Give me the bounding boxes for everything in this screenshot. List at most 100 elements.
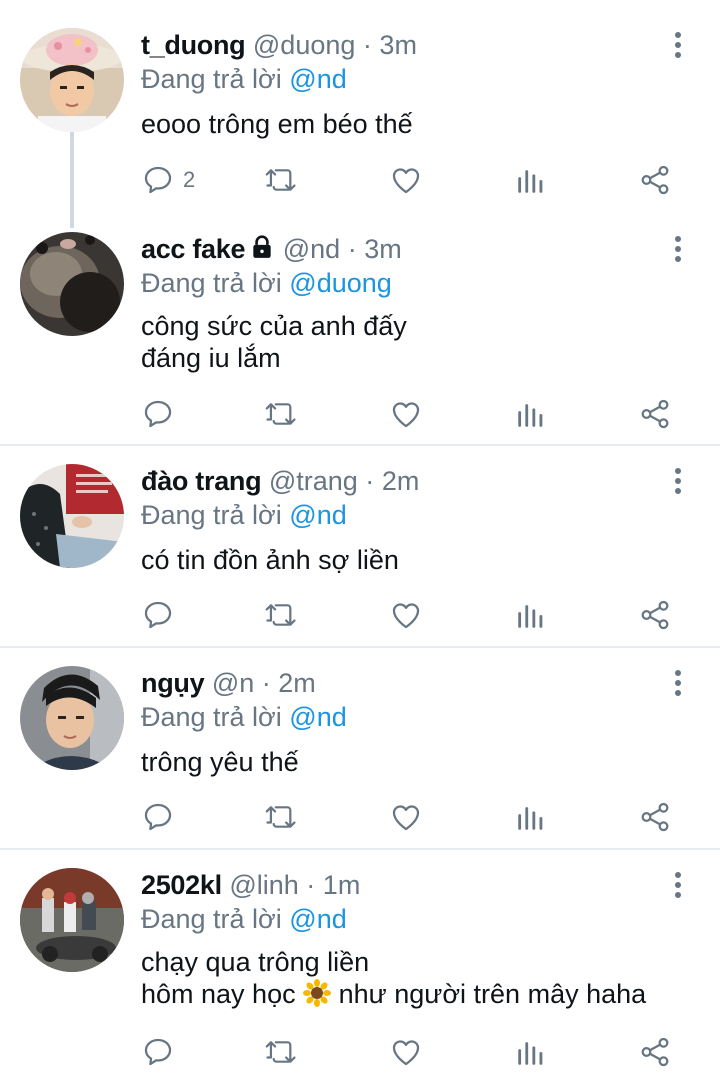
heart-icon	[392, 1040, 420, 1066]
display-name[interactable]: t_duong	[141, 30, 246, 60]
share-button[interactable]	[638, 160, 672, 200]
action-bar: 2	[0, 160, 720, 200]
more-vertical-icon[interactable]	[668, 870, 688, 900]
avatar[interactable]	[20, 868, 124, 972]
username[interactable]: @nd	[283, 234, 340, 264]
display-name[interactable]: đào trang	[141, 466, 262, 496]
tweet-line-segment: như người trên mây haha	[338, 979, 647, 1009]
tweet-header: ngụy @n · 2m	[141, 666, 316, 700]
lock-icon	[249, 234, 275, 268]
mention-link[interactable]: @nd	[289, 64, 346, 94]
mention-link[interactable]: @nd	[289, 904, 346, 934]
action-bar	[0, 797, 720, 837]
action-bar	[0, 595, 720, 635]
reply-icon	[144, 1038, 172, 1066]
timestamp[interactable]: 2m	[278, 668, 316, 698]
analytics-button[interactable]	[514, 160, 548, 200]
replying-to: Đang trả lời @duong	[141, 266, 392, 300]
tweet[interactable]: đào trang @trang · 2m Đang trả lời @nd c…	[0, 464, 720, 644]
display-name[interactable]: acc fake	[141, 234, 246, 264]
analytics-button[interactable]	[514, 797, 548, 837]
avatar[interactable]	[20, 28, 124, 132]
tweet[interactable]: ngụy @n · 2m Đang trả lời @nd trông yêu …	[0, 666, 720, 846]
share-icon	[641, 1037, 669, 1067]
retweet-icon	[265, 403, 296, 425]
retweet-button[interactable]	[264, 797, 300, 837]
replying-to: Đang trả lời @nd	[141, 902, 347, 936]
like-button[interactable]	[389, 797, 423, 837]
separator-dot: ·	[261, 668, 271, 698]
tweet-header: đào trang @trang · 2m	[141, 464, 419, 498]
share-button[interactable]	[638, 1032, 672, 1072]
tweet[interactable]: acc fake @nd · 3m Đang trả lời @duong cô…	[0, 232, 720, 444]
reply-icon	[144, 601, 172, 629]
more-vertical-icon[interactable]	[668, 668, 688, 698]
retweet-button[interactable]	[264, 1032, 300, 1072]
username[interactable]: @linh	[229, 870, 298, 900]
reply-thread: t_duong @duong · 3m Đang trả lời @nd eoo…	[0, 0, 720, 1081]
tweet-line: trông yêu thế	[141, 747, 299, 777]
reply-button[interactable]	[141, 394, 183, 434]
tweet-line: eooo trông em béo thế	[141, 109, 413, 139]
avatar[interactable]	[20, 666, 124, 770]
like-button[interactable]	[389, 1032, 423, 1072]
sunflower-emoji-icon	[303, 979, 332, 1014]
share-button[interactable]	[638, 394, 672, 434]
reply-button[interactable]	[141, 1032, 183, 1072]
heart-icon	[392, 805, 420, 831]
more-vertical-icon[interactable]	[668, 466, 688, 496]
reply-count: 2	[183, 167, 196, 192]
replying-to: Đang trả lời @nd	[141, 700, 347, 734]
reply-button[interactable]	[141, 797, 183, 837]
username[interactable]: @duong	[253, 30, 356, 60]
replying-to: Đang trả lời @nd	[141, 62, 347, 96]
reply-icon	[144, 400, 172, 428]
avatar[interactable]	[20, 464, 124, 568]
retweet-icon	[265, 806, 296, 828]
heart-icon	[392, 168, 420, 194]
replying-prefix: Đang trả lời	[141, 904, 282, 934]
replying-to: Đang trả lời @nd	[141, 498, 347, 532]
analytics-button[interactable]	[514, 394, 548, 434]
username[interactable]: @trang	[269, 466, 358, 496]
avatar[interactable]	[20, 232, 124, 336]
reply-button[interactable]	[141, 595, 183, 635]
tweet-line-segment: hôm nay học	[141, 979, 296, 1009]
username[interactable]: @n	[212, 668, 254, 698]
tweet-header: 2502kl @linh · 1m	[141, 868, 360, 902]
separator-dot: ·	[347, 234, 357, 264]
mention-link[interactable]: @duong	[289, 268, 392, 298]
retweet-button[interactable]	[264, 595, 300, 635]
action-bar	[0, 394, 720, 434]
separator-dot: ·	[306, 870, 316, 900]
retweet-icon	[265, 1041, 296, 1063]
analytics-button[interactable]	[514, 595, 548, 635]
display-name[interactable]: 2502kl	[141, 870, 222, 900]
reply-button[interactable]: 2	[141, 160, 195, 200]
share-button[interactable]	[638, 797, 672, 837]
tweet-line: đáng iu lắm	[141, 343, 281, 373]
more-vertical-icon[interactable]	[668, 234, 688, 264]
timestamp[interactable]: 1m	[323, 870, 361, 900]
tweet-line: có tin đồn ảnh sợ liền	[141, 545, 399, 575]
tweet[interactable]: t_duong @duong · 3m Đang trả lời @nd eoo…	[0, 28, 720, 228]
like-button[interactable]	[389, 160, 423, 200]
mention-link[interactable]: @nd	[289, 500, 346, 530]
analytics-button[interactable]	[514, 1032, 548, 1072]
timestamp[interactable]: 2m	[382, 466, 420, 496]
timestamp[interactable]: 3m	[379, 30, 417, 60]
retweet-button[interactable]	[264, 394, 300, 434]
more-vertical-icon[interactable]	[668, 30, 688, 60]
timestamp[interactable]: 3m	[364, 234, 402, 264]
share-button[interactable]	[638, 595, 672, 635]
like-button[interactable]	[389, 394, 423, 434]
retweet-icon	[265, 604, 296, 626]
analytics-icon	[518, 605, 543, 628]
like-button[interactable]	[389, 595, 423, 635]
mention-link[interactable]: @nd	[289, 702, 346, 732]
tweet[interactable]: 2502kl @linh · 1m Đang trả lời @nd chạy …	[0, 868, 720, 1081]
display-name[interactable]: ngụy	[141, 668, 205, 698]
separator-dot: ·	[365, 466, 375, 496]
retweet-button[interactable]	[264, 160, 300, 200]
tweet-text: eooo trông em béo thế	[141, 108, 413, 140]
